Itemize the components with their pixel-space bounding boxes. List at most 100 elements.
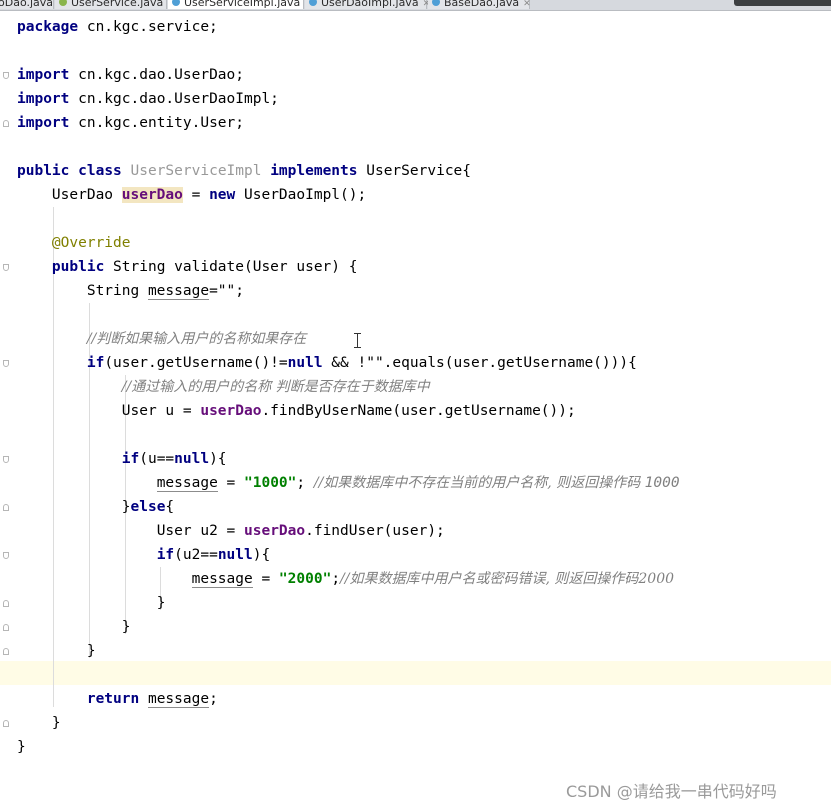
tab-user-dao-impl[interactable]: UserDaoImpl.java ✕ xyxy=(305,0,430,9)
string-literal: "1000" xyxy=(244,475,297,491)
code-text: ){ xyxy=(252,547,271,563)
code-text: ; xyxy=(296,475,314,491)
code-text: } xyxy=(51,715,61,731)
keyword: null xyxy=(217,547,253,563)
code-line-23: if(u2==null){ xyxy=(17,543,271,567)
tab-user-service-impl[interactable]: UserServiceImpl.java✕ xyxy=(168,0,312,9)
code-text: } xyxy=(121,499,131,515)
fold-marker-icon[interactable] xyxy=(3,120,9,127)
fold-marker-icon[interactable] xyxy=(3,648,9,655)
code-line-10: @Override xyxy=(17,231,131,255)
code-text: ; xyxy=(209,691,218,707)
code-line-12: String message=""; xyxy=(17,279,244,303)
code-line-24: message = "2000";//如果数据库中用户名或密码错误, 则返回操作… xyxy=(17,567,674,591)
code-text: User u2 = xyxy=(156,523,244,539)
code-line-11: public String validate(User user) { xyxy=(17,255,358,279)
keyword: return xyxy=(86,691,140,707)
code-text: } xyxy=(17,739,26,755)
fold-marker-icon[interactable] xyxy=(3,624,9,631)
fold-marker-icon[interactable] xyxy=(3,72,9,79)
caret-row-highlight xyxy=(0,661,831,685)
code-text: (user.getUsername()!= xyxy=(104,355,288,371)
keyword: class xyxy=(78,163,122,179)
keyword: new xyxy=(209,187,236,203)
fold-marker-icon[interactable] xyxy=(3,600,9,607)
code-comment: //通过输入的用户的名称 判断是否存在于数据库中 xyxy=(121,379,430,395)
keyword: public xyxy=(17,163,70,179)
code-text: cn.kgc.service; xyxy=(78,19,218,35)
code-text: } xyxy=(86,643,96,659)
code-text: { xyxy=(165,499,175,515)
window-control-strip xyxy=(734,0,831,6)
code-line-1: package cn.kgc.service; xyxy=(17,15,218,39)
code-text: ){ xyxy=(209,451,227,467)
code-comment: //如果数据库中用户名或密码错误, 则返回操作码2000 xyxy=(340,571,675,587)
string-literal: "2000" xyxy=(278,571,332,587)
code-text: UserDaoImpl(); xyxy=(235,187,367,203)
editor-tab-bar: oDao.java✕ UserService.java✕ UserService… xyxy=(0,0,831,11)
code-line-27: } xyxy=(17,639,96,663)
code-text: ; xyxy=(331,571,341,587)
close-icon[interactable]: ✕ xyxy=(523,0,531,9)
class-icon xyxy=(432,0,440,6)
watermark-text: CSDN @请给我一串代码好吗 xyxy=(566,782,777,801)
interface-icon xyxy=(59,0,67,6)
code-line-4: import cn.kgc.dao.UserDaoImpl; xyxy=(17,87,279,111)
editor-gutter xyxy=(0,11,12,810)
field-name: userDao xyxy=(200,403,262,419)
keyword: implements xyxy=(270,163,358,179)
fold-marker-icon[interactable] xyxy=(3,552,9,559)
keyword: null xyxy=(174,451,210,467)
code-line-8: UserDao userDao = new UserDaoImpl(); xyxy=(17,183,366,207)
tab-label: UserServiceImpl.java xyxy=(184,0,301,9)
tab-label: UserService.java xyxy=(71,0,164,9)
keyword: if xyxy=(156,547,175,563)
code-line-20: message = "1000"; //如果数据库中不存在当前的用户名称, 则返… xyxy=(17,471,680,495)
field-name: userDao xyxy=(244,523,306,539)
tab-user-service[interactable]: UserService.java✕ xyxy=(55,0,175,9)
fold-marker-icon[interactable] xyxy=(3,360,9,367)
fold-marker-icon[interactable] xyxy=(3,456,9,463)
code-line-19: if(u==null){ xyxy=(17,447,227,471)
code-text: String validate(User user) { xyxy=(104,259,358,275)
fold-marker-icon[interactable] xyxy=(3,720,9,727)
tab-label: UserDaoImpl.java xyxy=(321,0,419,9)
field-name: userDao xyxy=(121,187,183,203)
tab-label: oDao.java xyxy=(0,0,54,9)
code-line-31: } xyxy=(17,735,26,759)
variable-name: message xyxy=(147,691,210,708)
code-text: && !"".equals(user.getUsername())){ xyxy=(322,355,637,371)
code-line-15: if(user.getUsername()!=null && !"".equal… xyxy=(17,351,637,375)
code-text: String xyxy=(86,283,148,299)
fold-marker-icon[interactable] xyxy=(3,504,9,511)
code-text: User u = xyxy=(121,403,201,419)
keyword: package xyxy=(17,19,79,35)
tab-base-dao[interactable]: oDao.java✕ xyxy=(0,0,65,9)
code-line-3: import cn.kgc.dao.UserDao; xyxy=(17,63,244,87)
code-text: =""; xyxy=(209,283,244,299)
class-icon xyxy=(309,0,317,6)
annotation: @Override xyxy=(51,235,131,251)
tab-base-dao-java[interactable]: BaseDao.java ✕ xyxy=(428,0,531,9)
fold-marker-icon[interactable] xyxy=(3,264,9,271)
keyword: import xyxy=(17,115,70,131)
keyword: public xyxy=(51,259,105,275)
keyword: import xyxy=(17,91,70,107)
keyword: if xyxy=(121,451,140,467)
code-text: = xyxy=(252,571,279,587)
code-text: = xyxy=(217,475,244,491)
class-name: UserServiceImpl xyxy=(130,163,262,179)
code-line-17: User u = userDao.findByUserName(user.get… xyxy=(17,399,576,423)
variable-name: message xyxy=(147,283,210,300)
text-cursor-icon xyxy=(354,333,361,348)
code-line-5: import cn.kgc.entity.User; xyxy=(17,111,244,135)
code-line-29: return message; xyxy=(17,687,218,711)
tab-label: BaseDao.java xyxy=(444,0,520,9)
code-text: } xyxy=(121,619,131,635)
code-line-7: public class UserServiceImpl implements … xyxy=(17,159,471,183)
code-text: cn.kgc.entity.User; xyxy=(69,115,244,131)
variable-name: message xyxy=(191,571,253,588)
code-text: (u== xyxy=(139,451,175,467)
code-text: UserService{ xyxy=(357,163,472,179)
